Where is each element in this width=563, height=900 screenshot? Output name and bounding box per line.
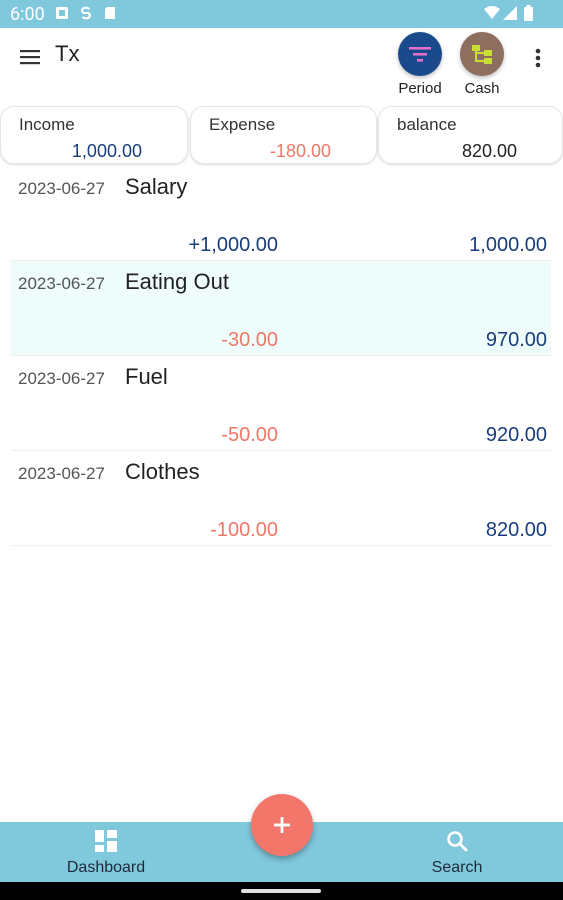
page-title: Tx — [55, 41, 80, 66]
cash-label: Cash — [464, 80, 500, 97]
nav-dashboard-label: Dashboard — [66, 859, 146, 876]
notification-icon — [56, 7, 68, 19]
transaction-date: 2023-06-27 — [18, 369, 105, 388]
period-filter-button[interactable]: Period — [390, 32, 450, 102]
cash-account-button[interactable]: Cash — [452, 32, 512, 102]
transaction-amount: -50.00 — [221, 424, 278, 446]
running-balance: 920.00 — [485, 424, 547, 446]
transaction-date: 2023-06-27 — [18, 464, 105, 483]
balance-label: balance — [397, 115, 457, 134]
transaction-row[interactable]: 2023-06-27 Salary +1,000.00 1,000.00 — [11, 166, 551, 261]
nav-dashboard[interactable]: Dashboard — [36, 830, 176, 877]
income-card: Income 1,000.00 — [0, 106, 188, 164]
transaction-row[interactable]: 2023-06-27 Clothes -100.00 820.00 — [11, 451, 551, 546]
running-balance: 820.00 — [485, 519, 547, 541]
battery-icon — [524, 5, 533, 21]
nav-search[interactable]: Search — [387, 830, 527, 877]
account-tree-icon — [460, 32, 504, 76]
signal-icon — [503, 6, 517, 20]
status-bar: 6:00 — [0, 0, 563, 28]
balance-card: balance 820.00 — [378, 106, 563, 164]
transaction-list: 2023-06-27 Salary +1,000.00 1,000.00 202… — [11, 166, 551, 546]
home-gesture-handle[interactable] — [241, 889, 321, 893]
expense-card: Expense -180.00 — [190, 106, 377, 164]
system-nav-bar — [0, 882, 563, 900]
balance-value: 820.00 — [461, 141, 517, 161]
income-value: 1,000.00 — [71, 141, 142, 161]
transaction-row[interactable]: 2023-06-27 Fuel -50.00 920.00 — [11, 356, 551, 451]
nav-search-label: Search — [431, 859, 483, 876]
transaction-date: 2023-06-27 — [18, 179, 105, 198]
transaction-amount: -100.00 — [210, 519, 278, 541]
running-balance: 970.00 — [485, 329, 547, 351]
transaction-name: Eating Out — [125, 269, 229, 294]
transaction-name: Fuel — [125, 364, 168, 389]
dashboard-icon — [95, 830, 117, 852]
menu-icon[interactable] — [18, 45, 42, 69]
transaction-date: 2023-06-27 — [18, 274, 105, 293]
income-label: Income — [19, 115, 75, 134]
expense-value: -180.00 — [269, 141, 331, 161]
running-balance: 1,000.00 — [469, 234, 547, 256]
transaction-amount: +1,000.00 — [188, 234, 278, 256]
transaction-row[interactable]: 2023-06-27 Eating Out -30.00 970.00 — [11, 261, 551, 356]
app-bar: Tx Period Cash — [0, 28, 563, 102]
status-time: 6:00 — [10, 4, 45, 25]
filter-icon — [398, 32, 442, 76]
plus-icon — [274, 817, 290, 833]
add-transaction-button[interactable] — [251, 794, 313, 856]
period-label: Period — [398, 80, 442, 97]
sync-icon — [81, 6, 91, 20]
sd-card-icon — [105, 7, 115, 19]
wifi-icon — [484, 6, 500, 19]
transaction-name: Salary — [125, 174, 188, 199]
expense-label: Expense — [209, 115, 276, 134]
search-icon — [447, 831, 468, 852]
transaction-name: Clothes — [125, 459, 200, 484]
transaction-amount: -30.00 — [221, 329, 278, 351]
more-vert-icon[interactable] — [528, 46, 548, 70]
